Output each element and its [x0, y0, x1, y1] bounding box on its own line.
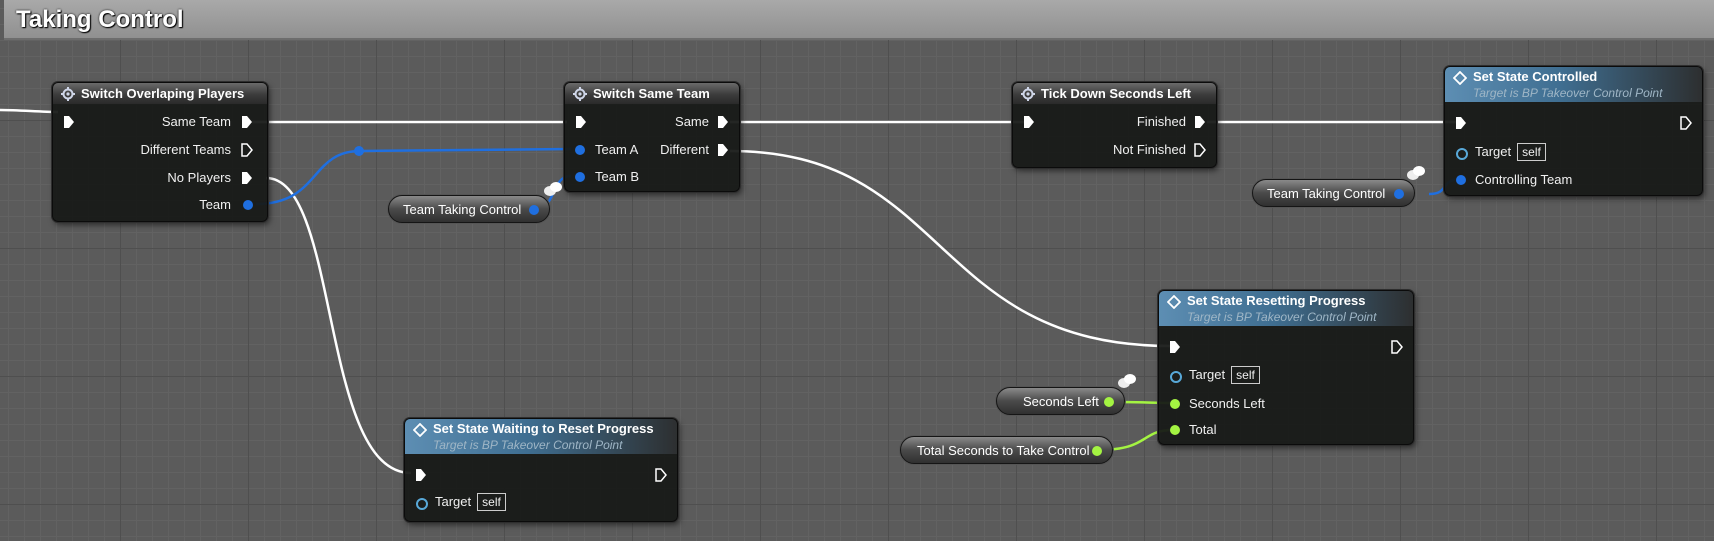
set-state-controlled-node[interactable]: Set State Controlled Target is BP Takeov…	[1444, 66, 1703, 196]
target-input-pin[interactable]	[416, 498, 428, 510]
node-header: Set State Waiting to Reset Progress Targ…	[405, 419, 677, 454]
variable-label: Team Taking Control	[1267, 186, 1386, 201]
function-icon	[1167, 295, 1181, 309]
team-b-input-pin[interactable]	[575, 172, 585, 182]
reroute-node	[354, 146, 364, 156]
tick-down-seconds-left-node[interactable]: Tick Down Seconds Left Finished Not Fini…	[1012, 82, 1217, 168]
exec-in-pin[interactable]	[1455, 116, 1467, 130]
node-header: Tick Down Seconds Left	[1013, 83, 1216, 104]
self-value-box[interactable]: self	[1231, 366, 1260, 384]
pin-label-seconds-left: Seconds Left	[1189, 396, 1265, 411]
exec-out-pin-hollow[interactable]	[1680, 116, 1692, 130]
node-header: Set State Resetting Progress Target is B…	[1159, 291, 1413, 326]
function-icon	[1453, 71, 1467, 85]
node-subtitle: Target is BP Takeover Control Point	[433, 438, 623, 452]
node-title: Set State Waiting to Reset Progress	[433, 421, 654, 436]
pin-label-target: Target	[1189, 367, 1226, 382]
exec-out-pin[interactable]	[241, 115, 253, 129]
team-taking-control-getter[interactable]: Team Taking Control	[1252, 179, 1415, 207]
pin-label-same: Same	[675, 114, 709, 129]
context-bubble-icon	[544, 182, 562, 196]
variable-label: Total Seconds to Take Control	[917, 443, 1090, 458]
total-seconds-getter[interactable]: Total Seconds to Take Control	[900, 436, 1113, 464]
self-value-box[interactable]: self	[1517, 143, 1546, 161]
switch-overlapping-players-node[interactable]: Switch Overlaping Players Same Team Diff…	[52, 82, 268, 222]
context-bubble-icon	[1118, 374, 1136, 388]
target-input-pin[interactable]	[1456, 148, 1468, 160]
context-bubble-icon	[1407, 166, 1425, 180]
function-icon	[413, 423, 427, 437]
team-output-pin[interactable]	[243, 200, 253, 210]
seconds-left-getter[interactable]: Seconds Left	[996, 387, 1125, 415]
node-title: Set State Controlled	[1473, 69, 1598, 84]
node-title: Switch Overlaping Players	[81, 86, 245, 101]
target-pin: Target self	[1189, 365, 1260, 385]
pin-label-no-players: No Players	[167, 170, 231, 185]
node-title: Set State Resetting Progress	[1187, 293, 1366, 308]
node-subtitle: Target is BP Takeover Control Point	[1473, 86, 1663, 100]
comment-box-header[interactable]: Taking Control	[4, 0, 1714, 40]
pin-label-different-teams: Different Teams	[140, 142, 231, 157]
team-a-input-pin[interactable]	[575, 145, 585, 155]
exec-out-pin[interactable]	[717, 115, 729, 129]
gear-icon	[573, 87, 587, 101]
set-state-resetting-progress-node[interactable]: Set State Resetting Progress Target is B…	[1158, 290, 1414, 445]
exec-out-pin-hollow[interactable]	[241, 143, 253, 157]
pin-label-same-team: Same Team	[161, 114, 231, 129]
variable-output-pin[interactable]	[529, 205, 539, 215]
pin-label-target: Target	[435, 494, 472, 509]
exec-in-pin[interactable]	[415, 468, 427, 482]
total-input-pin[interactable]	[1170, 425, 1180, 435]
exec-in-pin[interactable]	[575, 115, 587, 129]
node-subtitle: Target is BP Takeover Control Point	[1187, 310, 1377, 324]
node-header: Switch Same Team	[565, 83, 739, 104]
exec-in-pin[interactable]	[63, 115, 75, 129]
variable-label: Seconds Left	[1023, 394, 1099, 409]
pin-label-team-a: Team A	[595, 142, 639, 157]
node-title: Switch Same Team	[593, 86, 710, 101]
controlling-team-input-pin[interactable]	[1456, 175, 1466, 185]
variable-label: Team Taking Control	[403, 202, 522, 217]
exec-out-pin-hollow[interactable]	[1391, 340, 1403, 354]
switch-same-team-node[interactable]: Switch Same Team Same Team A Different T…	[564, 82, 740, 192]
gear-icon	[1021, 87, 1035, 101]
exec-out-pin-hollow[interactable]	[1194, 143, 1206, 157]
node-header: Switch Overlaping Players	[53, 83, 267, 104]
node-title: Tick Down Seconds Left	[1041, 86, 1192, 101]
pin-label-different: Different	[660, 142, 709, 157]
exec-wire	[0, 108, 59, 114]
comment-title: Taking Control	[16, 6, 184, 33]
pin-label-finished: Finished	[1136, 114, 1186, 129]
variable-output-pin[interactable]	[1104, 397, 1114, 407]
variable-output-pin[interactable]	[1394, 189, 1404, 199]
exec-out-pin-hollow[interactable]	[655, 468, 667, 482]
target-input-pin[interactable]	[1170, 371, 1182, 383]
variable-output-pin[interactable]	[1092, 446, 1102, 456]
team-taking-control-getter[interactable]: Team Taking Control	[388, 195, 550, 223]
self-value-box[interactable]: self	[477, 493, 506, 511]
exec-in-pin[interactable]	[1023, 115, 1035, 129]
exec-out-pin[interactable]	[1194, 115, 1206, 129]
pin-label-not-finished: Not Finished	[1113, 142, 1186, 157]
gear-icon	[61, 87, 75, 101]
pin-label-team: Team	[199, 197, 231, 212]
target-pin: Target self	[435, 492, 506, 512]
seconds-left-input-pin[interactable]	[1170, 399, 1180, 409]
pin-label-controlling-team: Controlling Team	[1475, 172, 1573, 187]
pin-label-team-b: Team B	[595, 169, 640, 184]
exec-out-pin[interactable]	[717, 143, 729, 157]
set-state-waiting-node[interactable]: Set State Waiting to Reset Progress Targ…	[404, 418, 678, 522]
node-header: Set State Controlled Target is BP Takeov…	[1445, 67, 1702, 102]
exec-wire	[729, 149, 1172, 348]
exec-out-pin[interactable]	[241, 171, 253, 185]
exec-wire	[265, 176, 412, 475]
exec-in-pin[interactable]	[1169, 340, 1181, 354]
pin-label-target: Target	[1475, 144, 1512, 159]
pin-label-total: Total	[1189, 422, 1217, 437]
target-pin: Target self	[1475, 142, 1546, 162]
